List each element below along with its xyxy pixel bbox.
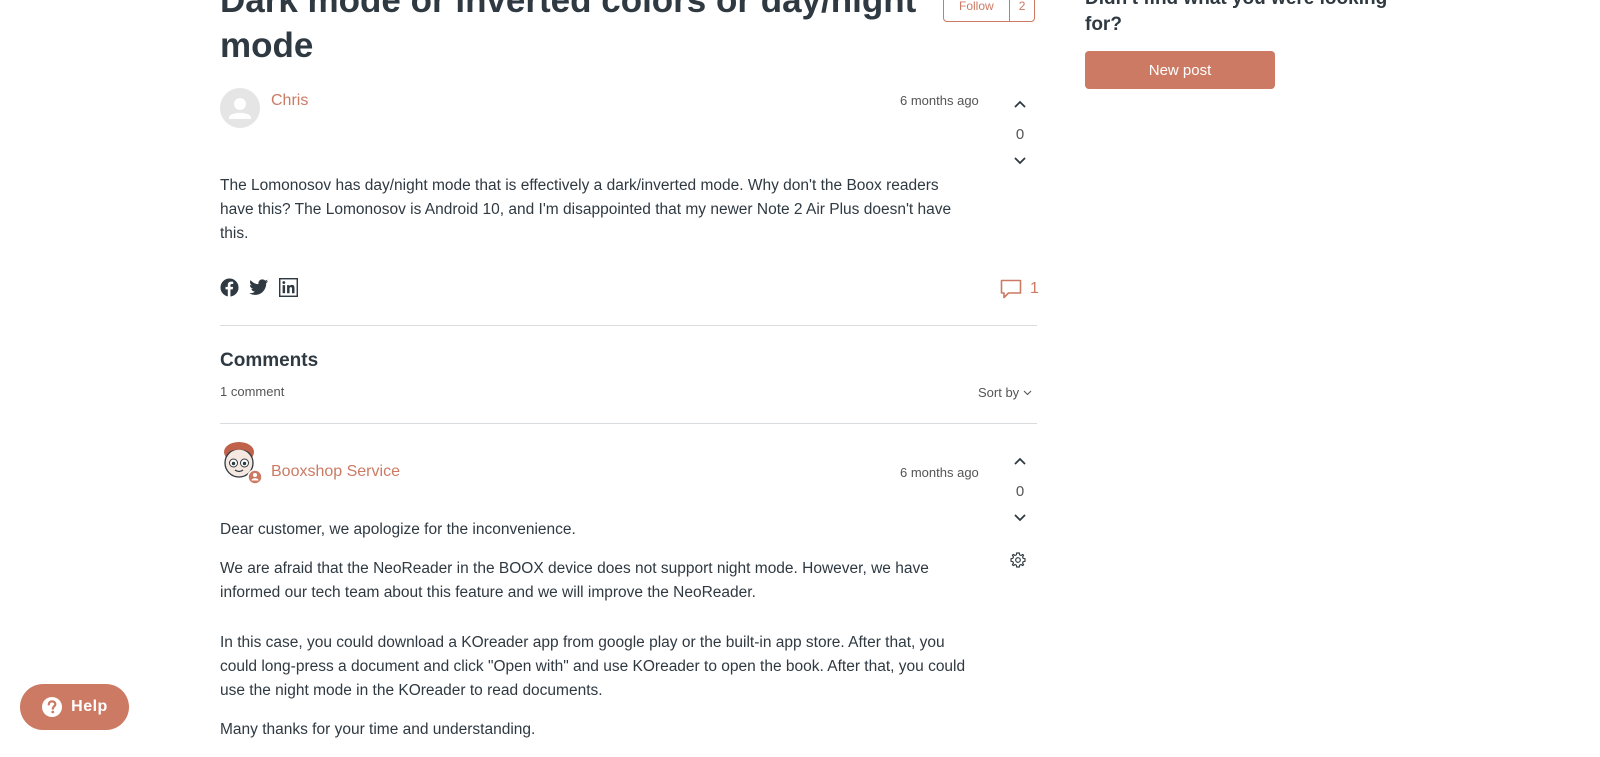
sort-by-dropdown[interactable]: Sort by bbox=[978, 385, 1032, 400]
author-avatar[interactable] bbox=[220, 88, 260, 128]
comment-paragraph: We are afraid that the NeoReader in the … bbox=[220, 560, 929, 601]
upvote-icon[interactable] bbox=[1012, 96, 1028, 112]
linkedin-icon[interactable] bbox=[279, 278, 298, 297]
comment-vote-count: 0 bbox=[1015, 483, 1025, 500]
comment-paragraph: In this case, you could download a KOrea… bbox=[220, 634, 966, 699]
help-button[interactable]: Help bbox=[20, 684, 129, 730]
chevron-down-icon bbox=[1023, 390, 1032, 395]
sidebar-question: Didn't find what you were looking for? bbox=[1085, 0, 1387, 35]
comment-count: 1 bbox=[1030, 280, 1039, 297]
gear-icon[interactable] bbox=[1010, 552, 1026, 568]
divider bbox=[220, 325, 1037, 326]
follower-count: 2 bbox=[1018, 0, 1026, 13]
comment-author-link[interactable]: Booxshop Service bbox=[271, 463, 400, 481]
new-post-button[interactable]: New post bbox=[1085, 51, 1275, 89]
post-timestamp: 6 months ago bbox=[900, 93, 979, 108]
sort-by-label: Sort by bbox=[978, 385, 1020, 400]
comment-author-avatar[interactable] bbox=[220, 441, 263, 485]
post-body: The Lomonosov has day/night mode that is… bbox=[220, 174, 960, 246]
post-author-link[interactable]: Chris bbox=[271, 92, 308, 110]
downvote-icon[interactable] bbox=[1012, 153, 1028, 169]
follow-control[interactable]: Follow 2 bbox=[943, 0, 1036, 22]
share-links bbox=[220, 278, 298, 297]
facebook-icon[interactable] bbox=[220, 278, 239, 297]
comment-timestamp: 6 months ago bbox=[900, 465, 979, 480]
comments-count-label: 1 comment bbox=[220, 384, 285, 399]
comment-vote-control: 0 bbox=[1000, 453, 1040, 526]
user-placeholder-icon bbox=[229, 98, 251, 119]
post-vote-control: 0 bbox=[1000, 96, 1040, 169]
post-title: Dark mode or inverted colors or day/nigh… bbox=[220, 0, 917, 65]
twitter-icon[interactable] bbox=[249, 278, 269, 297]
cartoon-avatar-icon bbox=[224, 442, 263, 485]
divider bbox=[220, 423, 1037, 424]
comment-count-link[interactable]: 1 bbox=[1000, 279, 1039, 299]
help-label: Help bbox=[71, 698, 108, 715]
comments-heading: Comments bbox=[220, 350, 319, 371]
post-vote-count: 0 bbox=[1015, 126, 1025, 143]
comment-paragraph: Dear customer, we apologize for the inco… bbox=[220, 521, 576, 538]
post-body-text: The Lomonosov has day/night mode that is… bbox=[220, 177, 952, 242]
downvote-icon[interactable] bbox=[1012, 510, 1028, 526]
speech-bubble-icon bbox=[1000, 279, 1022, 299]
comment-paragraph: Many thanks for your time and understand… bbox=[220, 721, 536, 738]
comment-body: Dear customer, we apologize for the inco… bbox=[220, 518, 980, 757]
question-mark-icon bbox=[42, 697, 63, 717]
follow-button[interactable]: Follow bbox=[944, 0, 1010, 21]
upvote-icon[interactable] bbox=[1012, 453, 1028, 469]
